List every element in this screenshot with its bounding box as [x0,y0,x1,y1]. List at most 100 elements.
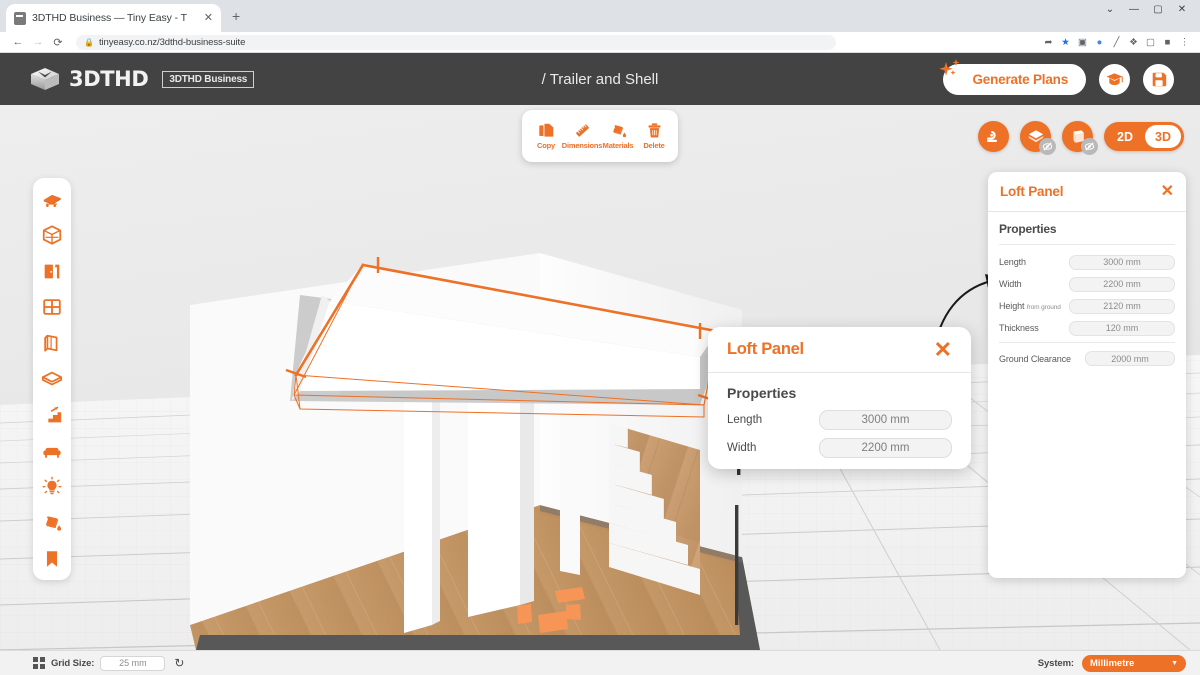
sidebar-item-furniture[interactable] [36,434,68,468]
tool-delete[interactable]: Delete [636,122,672,150]
system-label: System: [1037,657,1074,669]
address-bar[interactable]: 🔒 tinyeasy.co.nz/3dthd-business-suite [76,34,836,50]
left-toolbar [33,178,71,580]
measure-tool-button[interactable] [978,121,1010,152]
bookmark-star-icon[interactable]: ★ [1058,37,1073,48]
loft-panel-dialog-title: Loft Panel [727,340,804,358]
url-text: tinyeasy.co.nz/3dthd-business-suite [98,36,246,48]
new-tab-button[interactable]: + [232,9,240,23]
property-label-ground-clearance: Ground Clearance [999,353,1071,364]
property-label-length: Length [999,257,1026,267]
copy-icon [538,122,554,138]
tool-materials[interactable]: Materials [600,122,636,150]
more-menu-icon[interactable]: ⋮ [1177,37,1192,48]
sidebar-item-window[interactable] [36,290,68,324]
dialog-close-icon[interactable]: ✕ [934,338,952,361]
view-controls: 2D 3D [978,121,1184,155]
loft-panel-dialog: Loft Panel ✕ Properties Length 3000 mm W… [708,327,971,469]
dialog-value-length[interactable]: 3000 mm [819,410,952,430]
lens-icon[interactable]: ● [1092,37,1107,48]
roof-visibility-button[interactable] [1020,121,1057,155]
shell-box-icon [42,225,62,245]
tool-materials-label: Materials [602,141,634,150]
property-value-ground-clearance[interactable]: 2000 mm [1085,351,1175,366]
extensions-icon[interactable]: ❖ [1126,37,1141,48]
sidebar-item-loft[interactable] [36,362,68,396]
logo-badge: 3DTHD Business [162,70,255,88]
learn-button[interactable] [1099,63,1130,95]
property-value-thickness[interactable]: 120 mm [1069,320,1175,336]
browser-tab[interactable]: 3DTHD Business — Tiny Easy - T ✕ [6,4,221,32]
reload-icon[interactable]: ⟳ [48,36,68,49]
walls-visibility-button[interactable] [1062,121,1099,155]
generate-plans-button[interactable]: Generate Plans [938,58,1086,95]
header-actions: Generate Plans [938,58,1174,95]
profile-icon[interactable]: ■ [1160,37,1175,48]
tab-close-icon[interactable]: ✕ [204,12,213,24]
save-button[interactable] [1143,63,1174,95]
sidebar-item-door[interactable] [36,254,68,288]
eyedropper-icon[interactable]: ╱ [1109,37,1124,48]
dialog-row-width: Width 2200 mm [727,438,952,458]
grid-size-label: Grid Size: [51,657,95,669]
tool-dimensions-label: Dimensions [561,141,603,150]
property-value-length[interactable]: 3000 mm [1069,254,1175,270]
sidebar-item-trailer[interactable] [36,182,68,216]
sidebar-item-stairs[interactable] [36,398,68,432]
browser-toolbar-actions: ➦ ★ ▣ ● ╱ ❖ ▢ ■ ⋮ [1041,37,1192,48]
property-label-width: Width [999,279,1022,289]
reset-arrow-icon[interactable]: ↻ [171,655,187,671]
graduation-cap-icon [1106,72,1123,85]
eye-slash-icon [1039,138,1057,155]
window-maximize-button[interactable]: ▢ [1146,4,1170,15]
property-label-thickness: Thickness [999,323,1039,333]
save-disk-icon [1152,72,1166,87]
sidebar-item-materials[interactable] [36,506,68,540]
property-row-ground-clearance: Ground Clearance 2000 mm [999,342,1175,368]
dialog-label-length: Length [727,414,763,426]
paint-bucket-icon [45,516,62,531]
app-logo[interactable]: 3DTHD 3DTHD Business [30,66,255,92]
close-icon[interactable]: ✕ [1161,183,1174,200]
grid-icon [33,657,45,669]
app-header: 3DTHD 3DTHD Business / Trailer and Shell… [0,53,1200,105]
window-controls: ⌄ — ▢ ✕ [1098,4,1194,15]
sidebar-item-lighting[interactable] [36,470,68,504]
sidebar-item-shell[interactable] [36,218,68,252]
toggle-3d[interactable]: 3D [1145,125,1181,148]
browser-toolbar: ← → ⟳ 🔒 tinyeasy.co.nz/3dthd-business-su… [0,32,1200,53]
back-icon[interactable]: ← [8,36,28,48]
bookmark-icon [46,551,58,567]
sidepanel-icon[interactable]: ▢ [1143,37,1158,48]
tool-delete-label: Delete [643,141,665,150]
eye-slash-glyph [1042,142,1053,151]
sidebar-item-bookmarks[interactable] [36,542,68,576]
toggle-2d[interactable]: 2D [1107,125,1143,148]
generate-plans-label: Generate Plans [972,71,1069,87]
column-left [404,389,432,633]
forward-icon[interactable]: → [28,36,48,48]
tool-dimensions[interactable]: Dimensions [561,122,603,150]
share-icon[interactable]: ➦ [1041,37,1056,48]
property-value-width[interactable]: 2200 mm [1069,276,1175,292]
dialog-value-width[interactable]: 2200 mm [819,438,952,458]
camera-icon[interactable]: ▣ [1075,37,1090,48]
wall-icon [44,334,58,352]
stairs-icon [43,406,62,423]
property-value-height[interactable]: 2120 mm [1069,298,1175,314]
tool-copy[interactable]: Copy [528,122,564,150]
eye-slash-icon-2 [1081,138,1099,155]
window-chevron-icon[interactable]: ⌄ [1098,4,1122,15]
window-minimize-button[interactable]: — [1122,4,1146,15]
property-row-length: Length 3000 mm [999,252,1175,272]
unit-system-select[interactable]: Millimetre ▼ [1082,654,1186,672]
loft-layers-icon [41,371,63,386]
ruler-icon [575,124,589,137]
window-close-button[interactable]: ✕ [1170,4,1194,15]
dimension-mode-toggle[interactable]: 2D 3D [1104,122,1184,151]
eye-slash-glyph-2 [1084,142,1095,151]
logo-text: 3DTHD [69,67,149,91]
status-bar: Grid Size: 25 mm ↻ System: Millimetre ▼ [0,650,1200,675]
grid-size-input[interactable]: 25 mm [100,655,166,671]
sidebar-item-wall[interactable] [36,326,68,360]
